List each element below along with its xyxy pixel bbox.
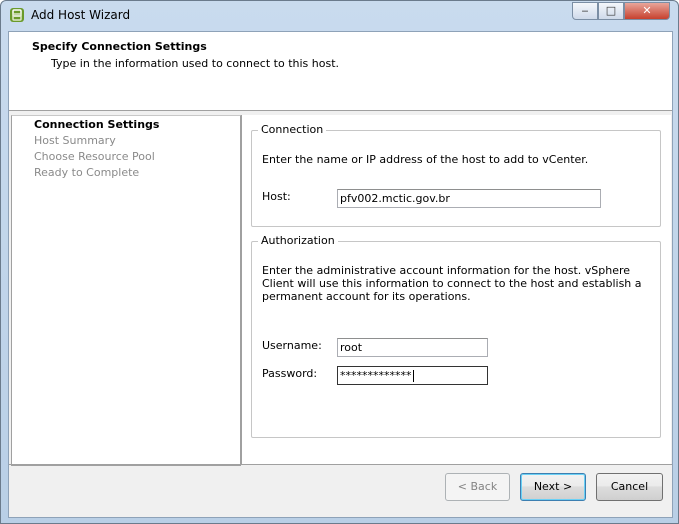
vsphere-app-icon: [10, 8, 24, 22]
password-label: Password:: [262, 367, 318, 380]
authorization-description: Enter the administrative account informa…: [262, 264, 642, 303]
window-title: Add Host Wizard: [31, 8, 131, 22]
host-label: Host:: [262, 190, 291, 203]
next-button[interactable]: Next >: [520, 473, 586, 501]
minimize-button[interactable]: ‒: [572, 2, 598, 20]
wizard-steps-panel: Connection Settings Host Summary Choose …: [11, 115, 241, 466]
text-caret: [412, 370, 414, 382]
wizard-window: Add Host Wizard ‒ □ ✕ Specify Connection…: [0, 0, 679, 524]
password-input[interactable]: *************: [337, 366, 488, 385]
connection-description: Enter the name or IP address of the host…: [262, 153, 589, 166]
username-label: Username:: [262, 339, 322, 352]
step-host-summary[interactable]: Host Summary: [34, 134, 116, 147]
host-input[interactable]: pfv002.mctic.gov.br: [337, 189, 601, 208]
wizard-header: Specify Connection Settings Type in the …: [9, 32, 672, 111]
password-value: *************: [340, 369, 412, 382]
username-input[interactable]: root: [337, 338, 488, 357]
connection-legend: Connection: [258, 123, 327, 136]
authorization-legend: Authorization: [258, 234, 338, 247]
title-bar[interactable]: Add Host Wizard ‒ □ ✕: [1, 1, 678, 31]
step-choose-resource-pool[interactable]: Choose Resource Pool: [34, 150, 155, 163]
page-subtitle: Type in the information used to connect …: [51, 57, 340, 70]
close-button[interactable]: ✕: [624, 2, 670, 20]
page-title: Specify Connection Settings: [32, 40, 207, 53]
wizard-content-panel: Connection Enter the name or IP address …: [241, 115, 671, 464]
wizard-client-area: Specify Connection Settings Type in the …: [8, 31, 673, 518]
step-connection-settings[interactable]: Connection Settings: [34, 118, 159, 131]
authorization-group: Authorization Enter the administrative a…: [251, 234, 661, 438]
maximize-button[interactable]: □: [598, 2, 624, 20]
step-ready-to-complete[interactable]: Ready to Complete: [34, 166, 139, 179]
back-button[interactable]: < Back: [445, 473, 510, 501]
connection-group: Connection Enter the name or IP address …: [251, 123, 661, 227]
footer-divider: [9, 464, 672, 465]
cancel-button[interactable]: Cancel: [596, 473, 663, 501]
